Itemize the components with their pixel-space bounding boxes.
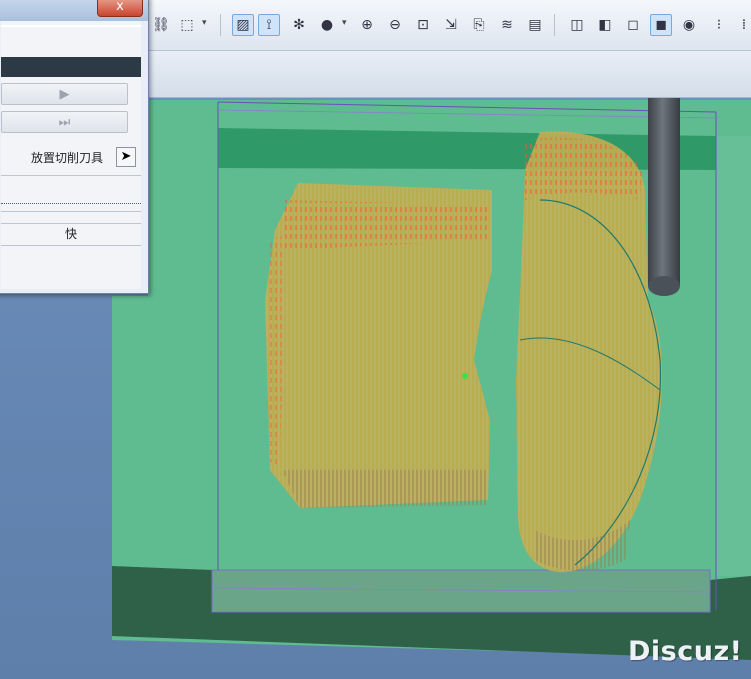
dashed-select-icon[interactable]: ⬚ xyxy=(176,14,198,36)
ribbon-icon[interactable]: ⁝ xyxy=(708,14,730,36)
ribbon-icon-2[interactable]: ⁞ xyxy=(733,14,751,36)
cursor-datum-icon[interactable]: ⇲ xyxy=(440,14,462,36)
refit-icon[interactable]: ⊡ xyxy=(412,14,434,36)
binoculars-icon[interactable]: ⛓ xyxy=(150,14,172,36)
divider xyxy=(1,245,141,246)
wireframe-icon[interactable]: ◫ xyxy=(566,14,588,36)
speed-fast-label: 快 xyxy=(64,227,77,241)
saved-view-icon[interactable]: ▤ xyxy=(524,14,546,36)
shading-sphere-icon[interactable]: ● xyxy=(316,14,338,36)
enhanced-realism-icon[interactable]: ◉ xyxy=(678,14,700,36)
divider xyxy=(1,223,141,224)
place-tool-label: 放置切削刀具 xyxy=(31,151,104,165)
stock-bottom-face xyxy=(211,569,711,613)
spin-center-icon[interactable]: ✻ xyxy=(288,14,310,36)
shaded-icon[interactable]: ◼ xyxy=(650,14,672,36)
close-button[interactable]: x xyxy=(97,0,143,17)
chevron-down-icon[interactable]: ▾ xyxy=(202,18,207,28)
play-icon: ▶ xyxy=(59,86,70,102)
place-tool-button[interactable]: ➤ xyxy=(116,147,136,167)
hidden-line-icon[interactable]: ◧ xyxy=(594,14,616,36)
datum-axis-icon[interactable]: ⟟ xyxy=(258,14,280,36)
skip-to-end-button[interactable]: ⏭ xyxy=(1,111,128,133)
divider xyxy=(1,175,141,176)
watermark-text: Discuz! xyxy=(628,636,743,667)
chevron-down-icon[interactable]: ▾ xyxy=(342,18,347,28)
play-button[interactable]: ▶ xyxy=(1,83,128,105)
cursor-arrow-icon: ➤ xyxy=(120,149,132,164)
layers-icon[interactable]: ≋ xyxy=(496,14,518,36)
toolbar-separator xyxy=(554,14,555,36)
left-cavity-toolpath xyxy=(265,183,492,508)
zoom-out-icon[interactable]: ⊖ xyxy=(384,14,406,36)
dialog-dark-band xyxy=(1,57,141,77)
stock-right-face xyxy=(716,136,751,576)
cutting-tool xyxy=(648,98,680,296)
play-path-dialog: x ▶ ⏭ 放置切削刀具 ➤ 快 xyxy=(0,0,149,294)
speed-slider-track[interactable] xyxy=(1,203,141,204)
view-display-icon[interactable]: ▨ xyxy=(232,14,254,36)
divider xyxy=(1,211,141,212)
annotation-icon[interactable]: ⎘ xyxy=(468,14,490,36)
zoom-in-icon[interactable]: ⊕ xyxy=(356,14,378,36)
divider xyxy=(1,25,141,27)
toolbar-separator xyxy=(220,14,221,36)
no-hidden-icon[interactable]: ◻ xyxy=(622,14,644,36)
skip-end-icon: ⏭ xyxy=(58,114,71,130)
